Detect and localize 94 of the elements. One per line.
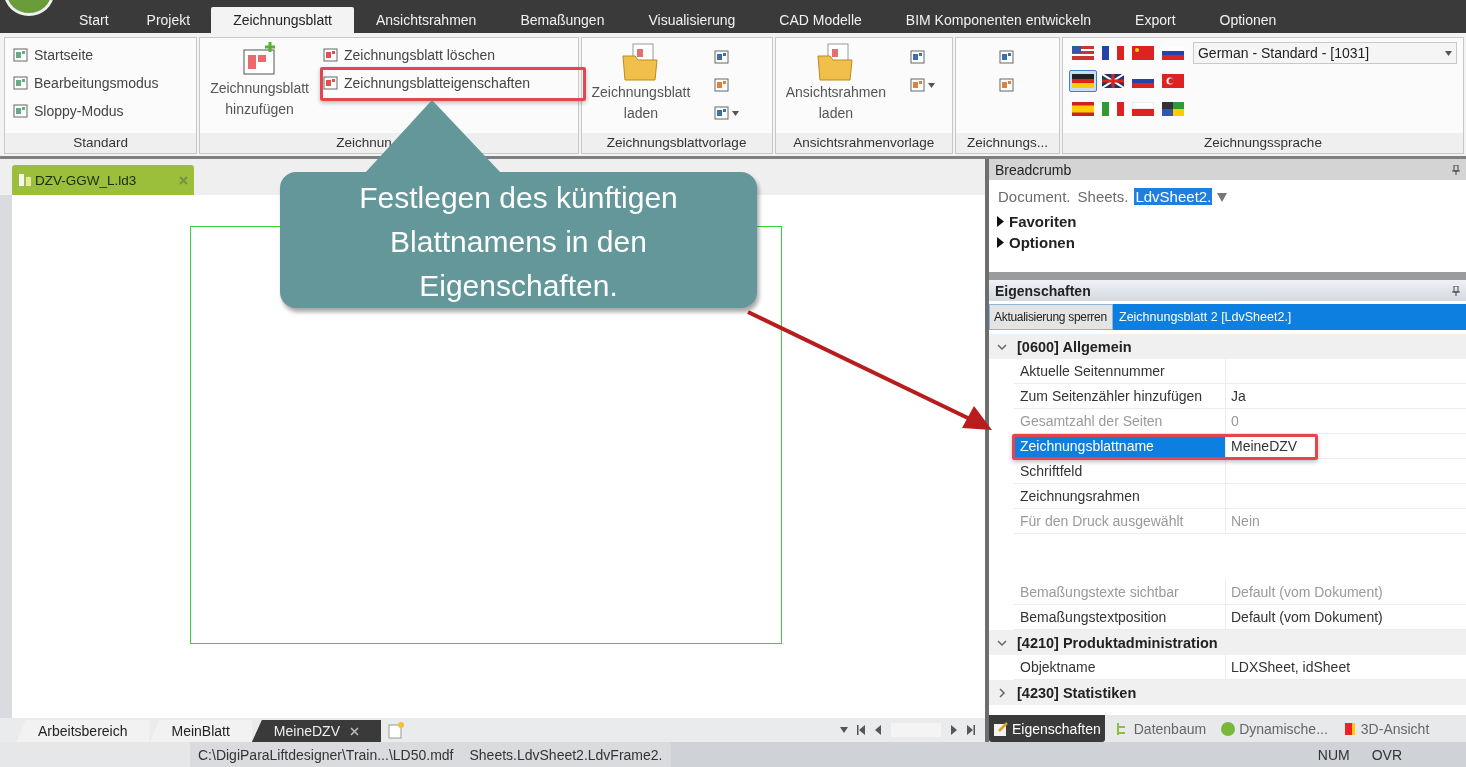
flag-icon — [1072, 46, 1094, 60]
ribbon-tab[interactable]: Bemaßungen — [498, 7, 627, 33]
flag-icon — [1072, 74, 1094, 88]
panel-tab[interactable]: 3D-Ansicht — [1337, 715, 1434, 742]
group-title: Zeichnungssprache — [1063, 133, 1463, 153]
ribbon-button[interactable]: Zeichnungsblatteigenschaften — [321, 70, 533, 96]
ribbon-button[interactable]: Startseite — [11, 42, 161, 68]
pin-icon[interactable] — [1452, 285, 1460, 296]
document-icon — [323, 75, 339, 91]
caret-icon — [732, 110, 740, 116]
document-icon — [910, 77, 927, 93]
object-label: Zeichnungsblatt 2 [LdvSheet2.] — [1118, 309, 1292, 326]
breadcrumb-item[interactable]: Sheets. — [1076, 188, 1130, 205]
language-button[interactable] — [1069, 70, 1097, 92]
lock-button[interactable]: Aktualisierung sperren — [989, 304, 1113, 330]
panel-tab[interactable]: Dynamische... — [1216, 715, 1332, 742]
status-indicator: OVR — [1370, 746, 1403, 763]
category-header[interactable]: [4230] Statistiken — [989, 680, 1466, 705]
document-icon — [323, 47, 339, 63]
folder-icon — [620, 42, 661, 82]
previous-page-icon[interactable] — [874, 725, 882, 735]
ribbon-tab[interactable]: CAD Modelle — [757, 7, 884, 33]
panel-tab[interactable]: Datenbaum — [1110, 715, 1211, 742]
flag-icon — [1102, 74, 1124, 88]
ribbon-tab[interactable]: Zeichnungsblatt — [211, 7, 354, 33]
category-header[interactable]: [4210] Produktadministration — [989, 630, 1466, 655]
next-page-icon[interactable] — [950, 725, 958, 735]
property-value[interactable]: Ja — [1226, 384, 1466, 408]
section-header[interactable]: Favoriten — [989, 211, 1466, 232]
chevron-right-icon — [997, 687, 1007, 698]
language-dropdown[interactable]: German - Standard - [1031] — [1193, 42, 1457, 64]
close-icon[interactable] — [350, 726, 359, 736]
ribbon-button[interactable]: Sloppy-Modus — [11, 98, 161, 124]
caret-icon — [928, 82, 936, 88]
property-value[interactable]: Default (vom Dokument) — [1226, 605, 1466, 629]
panel-title: Breadcrumb — [995, 161, 1072, 178]
breadcrumb-item[interactable]: LdvSheet2. — [1134, 188, 1213, 205]
first-page-icon[interactable] — [857, 725, 865, 735]
sheet-tab[interactable]: MeineDZV — [251, 720, 381, 742]
chevron-down-icon — [997, 341, 1007, 352]
ribbon-tab[interactable]: Start — [62, 7, 126, 33]
status-indicator: NUM — [1316, 746, 1351, 763]
sheet-tab[interactable]: MeinBlatt — [149, 720, 252, 742]
status-text: Sheets.LdvSheet2.LdvFrame2. — [468, 746, 664, 763]
ribbon-tab[interactable]: Projekt — [125, 7, 212, 33]
section-header[interactable]: Optionen — [989, 232, 1466, 253]
status-text: C:\DigiParaLiftdesigner\Train...\LD50.mdf — [197, 746, 455, 763]
ribbon-button[interactable]: Ansichtsrahmen laden — [781, 42, 891, 124]
ribbon-tab[interactable]: Ansichtsrahmen — [354, 7, 499, 33]
group-title: Zeichnungsblattvorlage — [606, 135, 747, 150]
document-tab[interactable]: DZV-GGW_L.ld3 — [12, 165, 194, 195]
panel-tab[interactable]: Eigenschaften — [989, 715, 1105, 742]
ribbon-tab[interactable]: Export — [1113, 7, 1198, 33]
caret-icon — [1445, 50, 1452, 56]
sheet-tab[interactable]: Arbeitsbereich — [16, 720, 150, 742]
flag-icon — [1162, 74, 1184, 88]
document-icon — [999, 77, 1016, 93]
flag-icon — [1162, 102, 1184, 116]
ribbon-tab[interactable]: BIM Komponenten entwickeln — [883, 7, 1114, 33]
ribbon-tab[interactable]: Optionen — [1197, 7, 1299, 33]
ribbon-button[interactable]: Zeichnungsblatt löschen — [321, 42, 533, 68]
edit-icon — [993, 720, 1009, 737]
flag-icon — [1132, 102, 1154, 116]
expand-icon — [997, 237, 1005, 248]
group-title: Standard — [73, 135, 128, 150]
sheet-icon — [18, 173, 32, 187]
document-icon — [714, 49, 731, 65]
document-icon — [999, 49, 1016, 65]
tab-list-icon[interactable] — [840, 725, 848, 735]
flag-icon — [1102, 102, 1124, 116]
group-title: Zeichnun — [336, 135, 392, 150]
flag-icon — [1102, 46, 1124, 60]
flag-icon — [1132, 46, 1154, 60]
last-page-icon[interactable] — [967, 725, 975, 735]
flag-icon — [1072, 102, 1094, 116]
panel-title: Eigenschaften — [995, 282, 1091, 299]
chevron-down-icon — [997, 637, 1007, 648]
document-icon — [714, 77, 731, 93]
expand-icon — [997, 216, 1005, 227]
group-title: Zeichnungs... — [966, 135, 1048, 150]
ribbon-button[interactable]: Zeichnungsblatt laden — [587, 42, 695, 124]
ribbon-button[interactable]: Bearbeitungsmodus — [11, 70, 161, 96]
ribbon-tab[interactable]: Visualisierung — [626, 7, 758, 33]
document-icon — [910, 49, 927, 65]
dropdown-icon[interactable] — [1217, 191, 1228, 202]
folder-icon — [815, 42, 856, 82]
breadcrumb-item[interactable]: Document. — [997, 188, 1072, 205]
document-icon — [714, 105, 731, 121]
pin-icon[interactable] — [1452, 164, 1460, 175]
property-value[interactable]: MeineDZV — [1226, 434, 1466, 458]
category-header[interactable]: [0600] Allgemein — [989, 334, 1466, 359]
group-title: Ansichtsrahmenvorlage — [793, 135, 935, 150]
ribbon-button[interactable]: Zeichnungsblatt hinzufügen — [206, 42, 313, 120]
property-value[interactable]: LDXSheet, idSheet — [1226, 655, 1466, 679]
